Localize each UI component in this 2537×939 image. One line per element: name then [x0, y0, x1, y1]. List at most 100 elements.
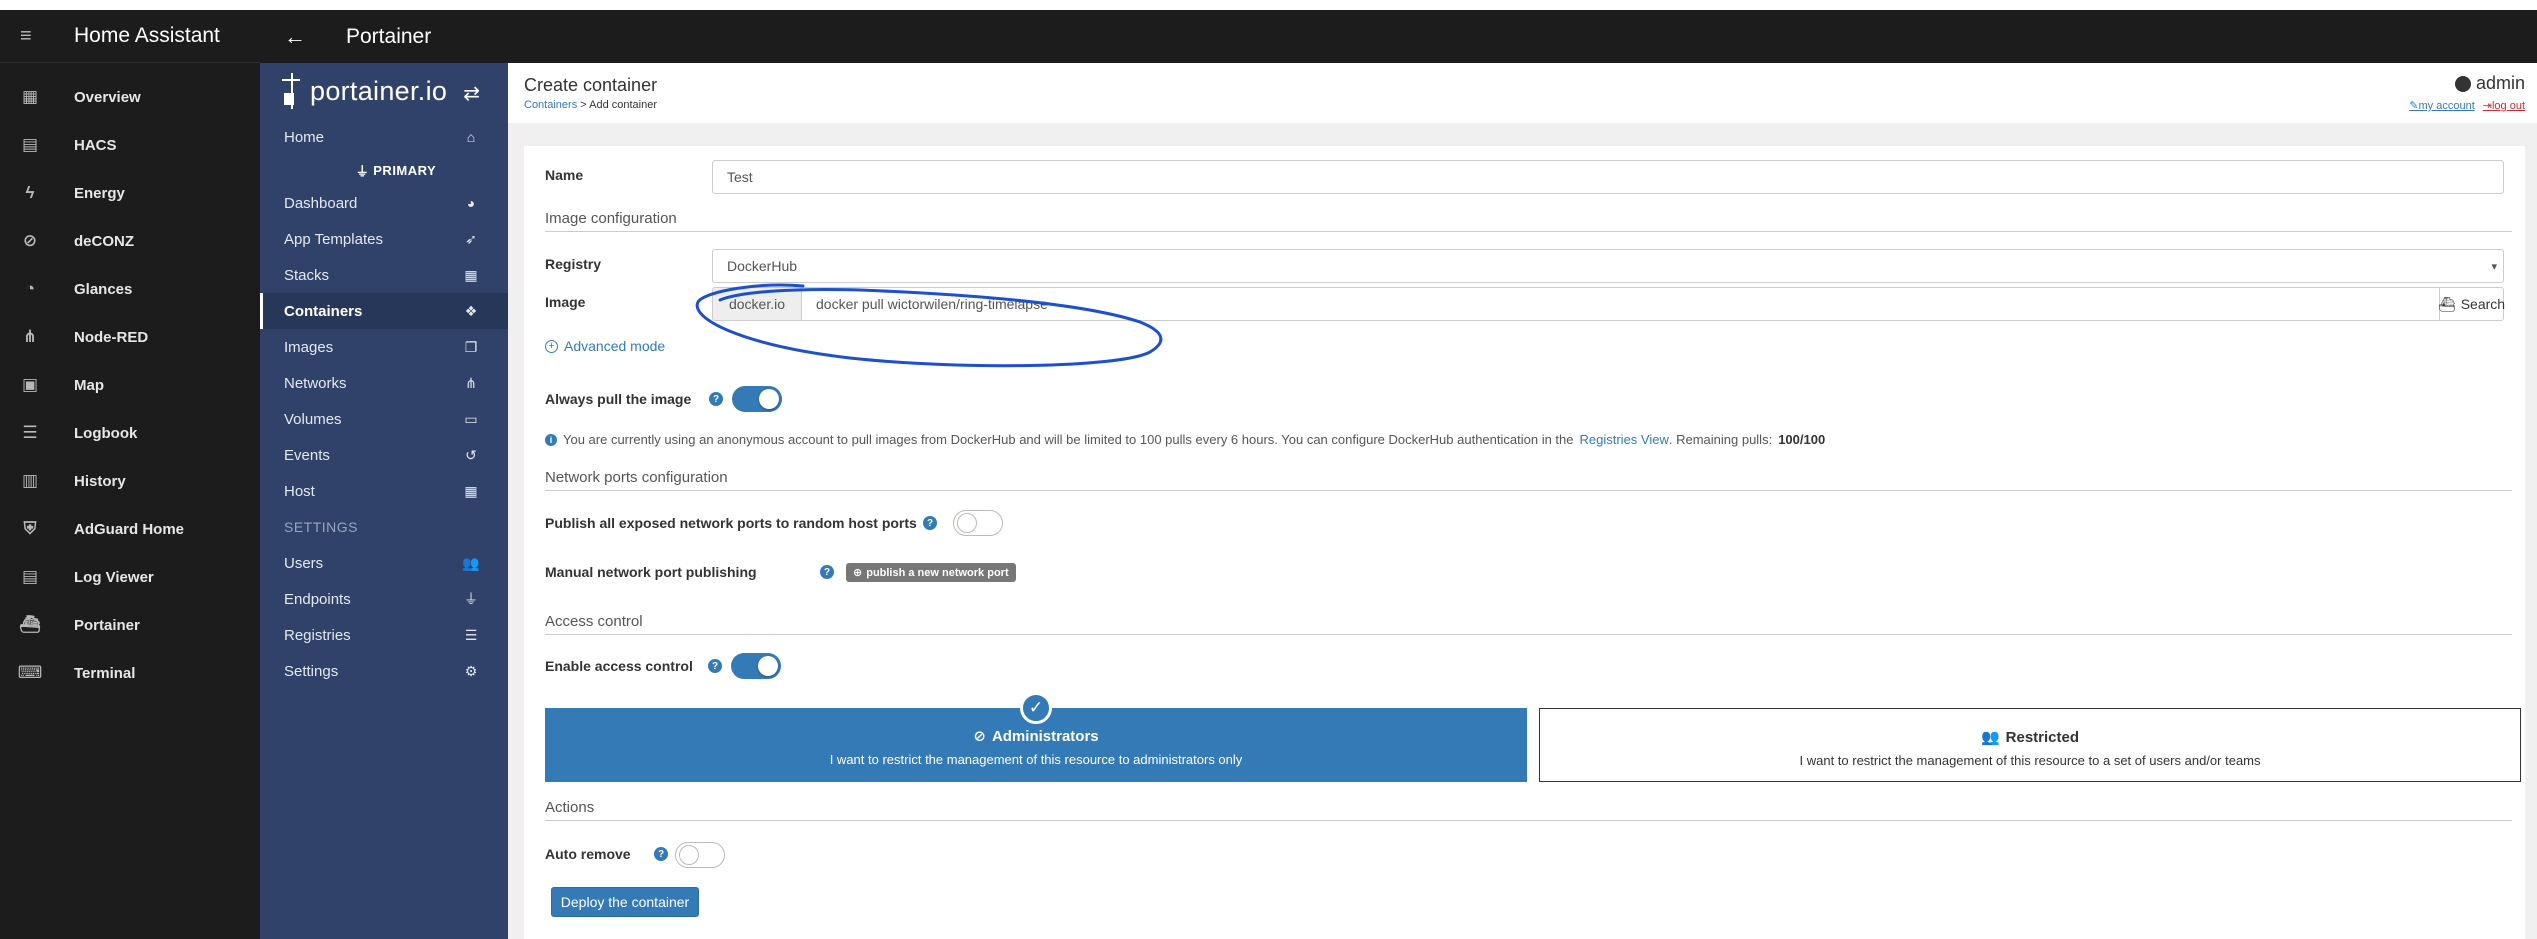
- sidebar-item-settings[interactable]: Settings ⚙: [260, 653, 508, 689]
- plus-circle-icon: +: [545, 339, 558, 353]
- account-links: ✎my account ⇥log out: [2409, 99, 2525, 112]
- clone-icon: ❐: [464, 338, 478, 355]
- ha-item-portainer[interactable]: ⛴ Portainer: [0, 601, 260, 649]
- gauge-icon: ◔: [24, 279, 36, 298]
- docker-icon: ⛴: [2437, 295, 2456, 312]
- help-icon: ?: [709, 392, 723, 406]
- users-icon: 👥: [1980, 729, 2000, 746]
- publish-new-port-button[interactable]: ⊕ publish a new network port: [846, 563, 1016, 582]
- advanced-mode-link[interactable]: + Advanced mode: [545, 338, 665, 354]
- top-bar: ← Portainer: [260, 10, 2537, 63]
- back-arrow-icon[interactable]: ←: [284, 24, 314, 50]
- database-icon: ☰: [464, 626, 478, 643]
- enable-access-toggle[interactable]: [731, 653, 781, 679]
- registries-view-link[interactable]: Registries View: [1580, 432, 1669, 447]
- hdd-icon: ▭: [464, 410, 478, 427]
- menu-icon[interactable]: ≡: [20, 25, 50, 48]
- users-icon: 👥: [462, 554, 480, 571]
- ha-item-energy[interactable]: ϟ Energy: [0, 169, 260, 217]
- image-input[interactable]: docker pull wictorwilen/ring-timelapse: [801, 287, 2440, 321]
- ha-item-overview[interactable]: ▦ Overview: [0, 73, 260, 121]
- main-content: Create container Containers > Add contai…: [508, 63, 2537, 939]
- ha-sidebar-header: ≡ Home Assistant: [0, 10, 260, 63]
- ha-item-adguard[interactable]: ⛨ AdGuard Home: [0, 505, 260, 553]
- sidebar-item-dashboard[interactable]: Dashboard ◕: [260, 185, 508, 221]
- sidebar-item-volumes[interactable]: Volumes ▭: [260, 401, 508, 437]
- user-menu: admin: [2454, 73, 2525, 94]
- sidebar-item-containers[interactable]: Containers ❖: [260, 293, 508, 329]
- name-input[interactable]: Test: [712, 160, 2504, 194]
- help-icon: ?: [923, 516, 937, 530]
- plug-icon: ⏚: [464, 591, 478, 607]
- th-icon: ▦: [464, 482, 478, 499]
- plug-icon: ⏚: [355, 163, 370, 179]
- publish-all-toggle[interactable]: [953, 510, 1003, 536]
- plus-circle-icon: ⊕: [853, 567, 863, 579]
- settings-section-title: SETTINGS: [284, 519, 359, 535]
- sidebar-item-users[interactable]: Users 👥: [260, 545, 508, 581]
- sidebar-item-endpoints[interactable]: Endpoints ⏚: [260, 581, 508, 617]
- endpoint-name: ⏚ PRIMARY: [355, 162, 437, 179]
- info-icon: i: [545, 433, 557, 446]
- ha-item-map[interactable]: ▣ Map: [0, 361, 260, 409]
- ha-item-hacs[interactable]: ▤ HACS: [0, 121, 260, 169]
- registry-label: Registry: [545, 256, 602, 272]
- image-config-section: Image configuration: [545, 210, 2512, 232]
- dockerhub-limit-note: i You are currently using an anonymous a…: [545, 432, 1825, 447]
- document-icon: ▤: [21, 567, 39, 586]
- ha-item-node-red[interactable]: ⋔ Node-RED: [0, 313, 260, 361]
- zigbee-icon: ⊘: [22, 231, 38, 250]
- search-button[interactable]: ⛴ Search: [2437, 287, 2505, 321]
- page-header: Create container Containers > Add contai…: [508, 63, 2537, 123]
- cubes-icon: ❖: [464, 302, 478, 319]
- th-list-icon: ▦: [464, 266, 478, 283]
- help-icon: ?: [654, 847, 668, 861]
- access-control-section: Access control: [545, 613, 2512, 635]
- chart-icon: ▥: [21, 471, 39, 490]
- ha-item-terminal[interactable]: ⌨ Terminal: [0, 649, 260, 697]
- ha-item-logbook[interactable]: ☰ Logbook: [0, 409, 260, 457]
- swap-icon[interactable]: ⇄: [463, 81, 480, 106]
- sidebar-item-networks[interactable]: Networks ⋔: [260, 365, 508, 401]
- hacs-icon: ▤: [21, 135, 39, 154]
- registry-select[interactable]: DockerHub ▾: [712, 249, 2504, 283]
- breadcrumb: Containers > Add container: [524, 99, 658, 111]
- eye-slash-icon: ⊘: [973, 728, 986, 745]
- sidebar-item-registries[interactable]: Registries ☰: [260, 617, 508, 653]
- terminal-icon: ⌨: [17, 663, 43, 682]
- list-icon: ☰: [22, 423, 38, 442]
- docker-icon: ⛴: [19, 615, 41, 634]
- log-out-link[interactable]: ⇥log out: [2483, 99, 2525, 112]
- image-registry-prefix: docker.io: [712, 287, 802, 321]
- dashboard-icon: ▦: [21, 87, 39, 106]
- sidebar-item-images[interactable]: Images ❐: [260, 329, 508, 365]
- sidebar-item-app-templates[interactable]: App Templates ➶: [260, 221, 508, 257]
- ha-item-log-viewer[interactable]: ▤ Log Viewer: [0, 553, 260, 601]
- sidebar-item-stacks[interactable]: Stacks ▦: [260, 257, 508, 293]
- sidebar-item-host[interactable]: Host ▦: [260, 473, 508, 509]
- image-label: Image: [545, 294, 586, 310]
- access-option-restricted[interactable]: 👥 Restricted I want to restrict the manag…: [1539, 708, 2521, 782]
- ha-item-glances[interactable]: ◔ Glances: [0, 265, 260, 313]
- auto-remove-label: Auto remove: [545, 846, 631, 862]
- rocket-icon: ➶: [465, 230, 477, 247]
- name-label: Name: [545, 167, 584, 183]
- top-strip: [0, 0, 2537, 10]
- portainer-sidebar: portainer.io ⇄ Home ⌂ ⏚ PRIMARY Dashboard ◕…: [260, 63, 508, 939]
- sign-out-icon: ⇥: [2482, 100, 2492, 112]
- breadcrumb-containers-link[interactable]: Containers: [524, 99, 577, 111]
- sidebar-item-events[interactable]: Events ↺: [260, 437, 508, 473]
- publish-all-label: Publish all exposed network ports to ran…: [545, 515, 917, 531]
- portainer-logo-icon: [282, 71, 304, 111]
- ha-item-history[interactable]: ▥ History: [0, 457, 260, 505]
- actions-section: Actions: [545, 799, 2512, 821]
- my-account-link[interactable]: ✎my account: [2409, 99, 2474, 112]
- sidebar-item-home[interactable]: Home ⌂: [260, 119, 508, 155]
- always-pull-toggle[interactable]: [732, 386, 782, 412]
- deploy-container-button[interactable]: Deploy the container: [551, 887, 699, 917]
- ha-item-deconz[interactable]: ⊘ deCONZ: [0, 217, 260, 265]
- auto-remove-toggle[interactable]: [675, 842, 725, 868]
- portainer-logo[interactable]: portainer.io ⇄: [260, 63, 508, 119]
- history-icon: ↺: [465, 446, 477, 463]
- manual-publishing-label: Manual network port publishing: [545, 564, 757, 580]
